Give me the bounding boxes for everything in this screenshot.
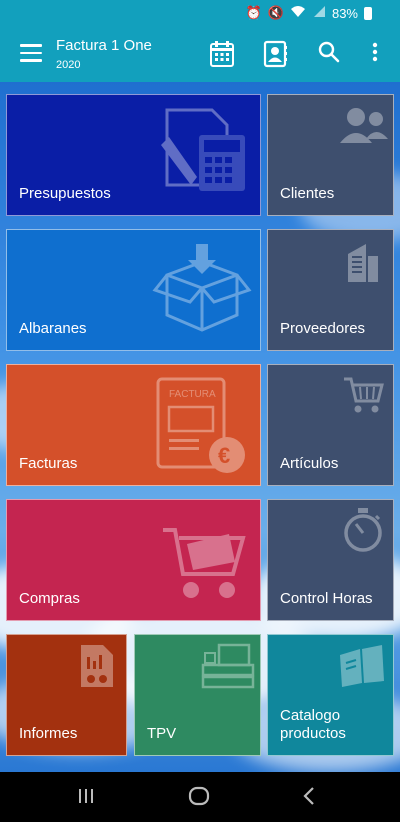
tile-label: Artículos [280,455,339,472]
tile-presupuestos[interactable]: Presupuestos [6,94,261,216]
tile-albaranes[interactable]: Albaranes [6,229,261,351]
report-icon [81,645,113,687]
battery-icon [364,6,372,20]
search-icon[interactable] [317,40,345,68]
contacts-icon[interactable] [263,40,291,68]
app-screen: ⏰ 🔇 83% Factura 1 One 2020 Presupuestos … [0,0,400,822]
building-icon [348,244,378,282]
cash-register-icon [201,643,255,689]
cart-icon [344,377,384,413]
shopping-cart-icon [163,528,246,598]
tile-compras[interactable]: Compras [6,499,261,621]
tile-clientes[interactable]: Clientes [267,94,394,216]
tile-catalogo-productos[interactable]: Catalogo productos [267,634,394,756]
invoice-icon-text: FACTURA [169,389,216,400]
more-vert-icon[interactable] [366,40,384,68]
battery-percentage: 83% [331,5,358,21]
tile-informes[interactable]: Informes [6,634,127,756]
system-navigation-bar [0,772,400,822]
tile-label: Proveedores [280,320,366,337]
calendar-icon[interactable] [209,40,237,68]
tile-tpv[interactable]: TPV [134,634,261,756]
tile-label: Presupuestos [19,185,111,202]
tile-label: Catalogo productos [280,707,346,742]
menu-icon[interactable] [20,44,42,62]
catalog-book-icon [340,645,384,687]
signal-icon [312,5,326,21]
svg-text:€: € [218,443,230,468]
alarm-icon: ⏰ [245,5,262,20]
app-bar: Factura 1 One 2020 [0,28,400,82]
invoice-icon: FACTURA € [156,377,245,473]
tile-facturas[interactable]: FACTURA € Facturas [6,364,261,486]
wifi-icon [290,5,306,21]
tile-articulos[interactable]: Artículos [267,364,394,486]
status-bar: ⏰ 🔇 83% [0,0,400,28]
recent-apps-icon[interactable] [77,786,95,811]
box-icon [152,244,252,332]
app-subtitle: 2020 [56,59,81,71]
tile-label: Facturas [19,455,78,472]
tile-label: Albaranes [19,320,87,337]
mute-icon: 🔇 [267,5,284,20]
home-icon[interactable] [188,786,210,811]
users-icon [340,108,388,143]
tile-proveedores[interactable]: Proveedores [267,229,394,351]
tile-label: Clientes [280,185,335,202]
tile-label: Informes [19,725,78,742]
tile-label: Compras [19,590,80,607]
app-title: Factura 1 One [56,37,152,54]
stopwatch-icon [344,508,382,552]
estimate-icon [161,108,245,191]
back-icon[interactable] [302,786,316,811]
tile-control-horas[interactable]: Control Horas [267,499,394,621]
tile-label: TPV [147,725,177,742]
tile-label: Control Horas [280,590,373,607]
